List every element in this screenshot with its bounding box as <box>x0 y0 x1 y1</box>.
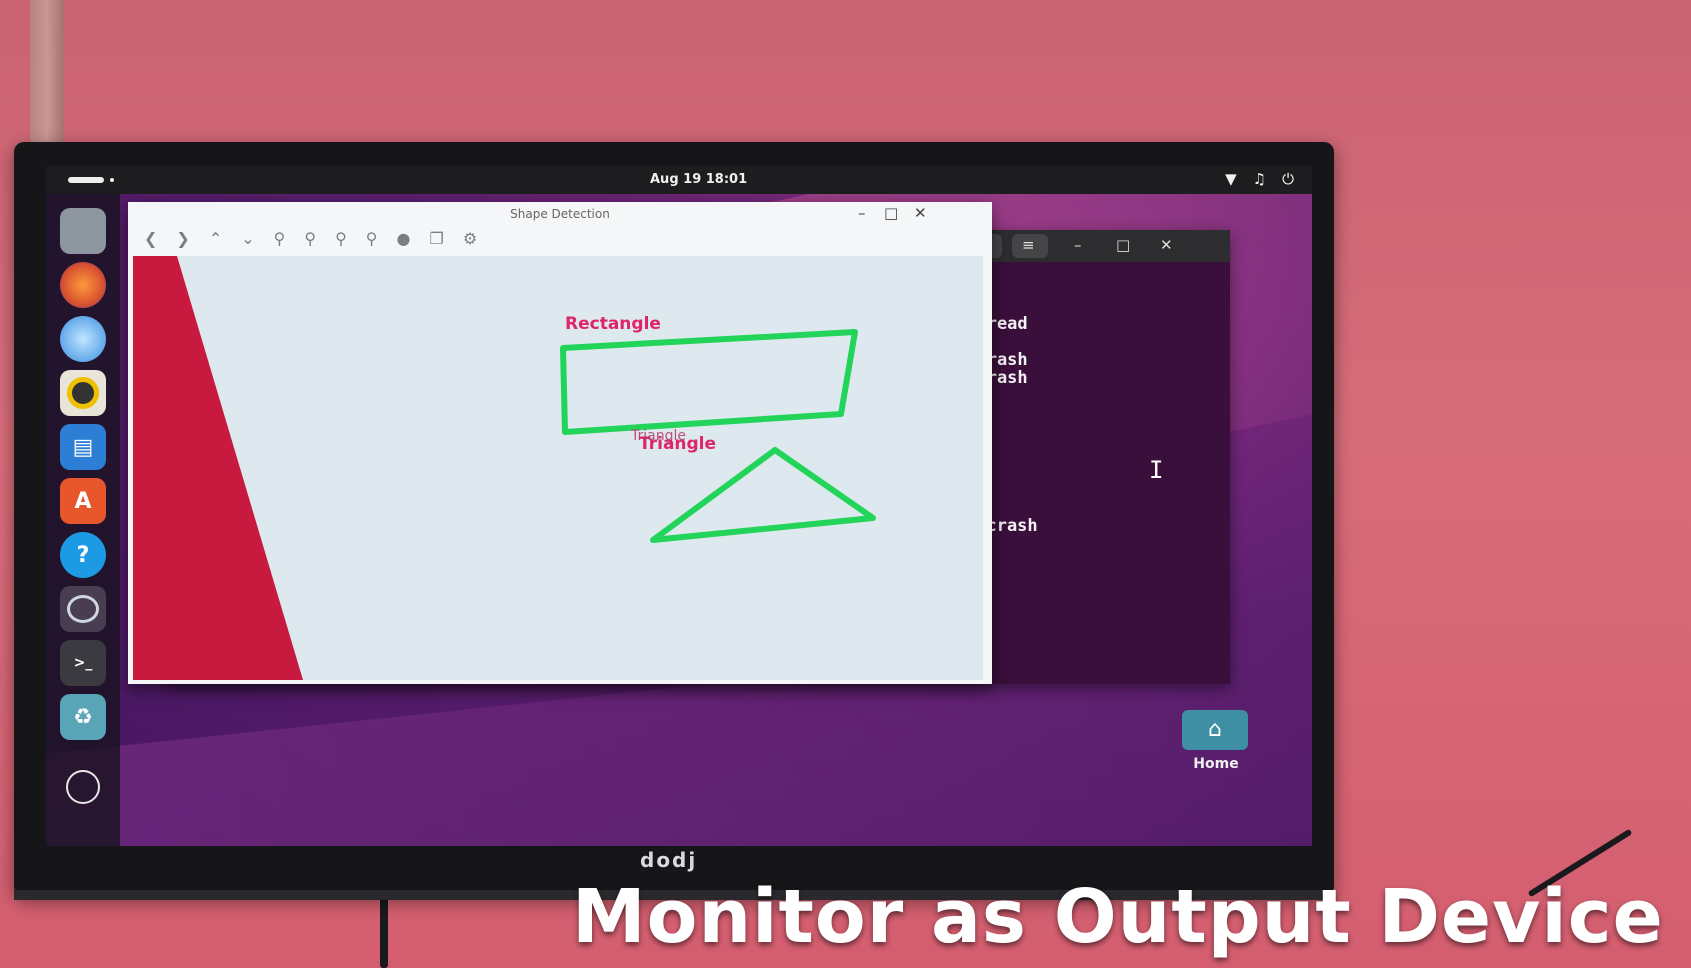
show-apps-icon[interactable] <box>66 770 100 804</box>
trash-icon[interactable]: ♻ <box>60 694 106 740</box>
close-icon[interactable]: ✕ <box>1160 236 1173 254</box>
power-icon: ⏻ <box>1282 170 1294 188</box>
rectangle-label: Rectangle <box>565 314 661 334</box>
activities-indicator[interactable] <box>68 177 104 183</box>
close-icon[interactable]: ✕ <box>914 204 927 222</box>
system-tray[interactable]: ▼ ♫ ⏻ <box>1225 170 1294 188</box>
app-center-icon[interactable]: A <box>60 478 106 524</box>
minimize-icon[interactable]: – <box>1074 236 1082 254</box>
forward-icon[interactable]: ❯ <box>176 229 189 253</box>
screen: ⚲ ≡ – □ ✕ QThread o crash o crash o cras… <box>46 166 1312 846</box>
terminal-icon[interactable]: >_ <box>60 640 106 686</box>
maximize-icon[interactable]: □ <box>1116 236 1130 254</box>
monitor-brand-logo: dodj <box>640 848 698 872</box>
firefox-icon[interactable] <box>60 262 106 308</box>
back-icon[interactable]: ❮ <box>144 229 157 253</box>
zoom-reset-icon[interactable]: ⚲ <box>366 229 378 253</box>
zoom-in-icon[interactable]: ⚲ <box>274 229 286 253</box>
ibeam-cursor-icon: I <box>1149 456 1164 484</box>
rhythmbox-icon[interactable] <box>60 370 106 416</box>
copy-icon[interactable]: ❐ <box>429 229 443 253</box>
minimize-icon[interactable]: – <box>858 204 866 222</box>
up-icon[interactable]: ⌃ <box>209 229 222 253</box>
triangle-label-ghost: Triangle <box>631 428 686 444</box>
settings-icon[interactable]: ⚙ <box>463 229 477 253</box>
workspace-dot <box>110 178 114 182</box>
help-icon[interactable]: ? <box>60 532 106 578</box>
video-caption: Monitor as Output Device <box>572 874 1664 960</box>
libreoffice-writer-icon[interactable]: ▤ <box>60 424 106 470</box>
thunderbird-icon[interactable] <box>60 316 106 362</box>
pin-icon[interactable]: ● <box>397 229 411 253</box>
image-toolbar: ❮ ❯ ⌃ ⌄ ⚲ ⚲ ⚲ ⚲ ● ❐ ⚙ <box>144 229 477 253</box>
zoom-fit-icon[interactable]: ⚲ <box>335 229 347 253</box>
wall-strip <box>30 0 64 150</box>
menu-icon[interactable]: ≡ <box>1022 236 1035 254</box>
detected-triangle-outline <box>650 447 876 543</box>
power-cable <box>380 894 388 968</box>
shape-detection-window[interactable]: Shape Detection – □ ✕ ❮ ❯ ⌃ ⌄ ⚲ ⚲ ⚲ ⚲ ● … <box>128 202 992 684</box>
maximize-icon[interactable]: □ <box>884 204 898 222</box>
home-folder-label[interactable]: Home <box>1186 756 1246 772</box>
clock[interactable]: Aug 19 18:01 <box>650 172 747 187</box>
wifi-icon: ▼ <box>1225 170 1237 188</box>
camera-frame-canvas: Rectangle Triangle Triangle <box>133 256 983 680</box>
dock: ▤ A ? >_ ♻ <box>46 194 120 846</box>
zoom-out-icon[interactable]: ⚲ <box>304 229 316 253</box>
home-folder-icon[interactable]: ⌂ <box>1182 710 1248 750</box>
files-icon[interactable] <box>60 208 106 254</box>
snapshot-icon[interactable] <box>60 586 106 632</box>
top-bar: Aug 19 18:01 ▼ ♫ ⏻ <box>46 166 1312 194</box>
volume-icon: ♫ <box>1252 170 1267 188</box>
down-icon[interactable]: ⌄ <box>241 229 254 253</box>
